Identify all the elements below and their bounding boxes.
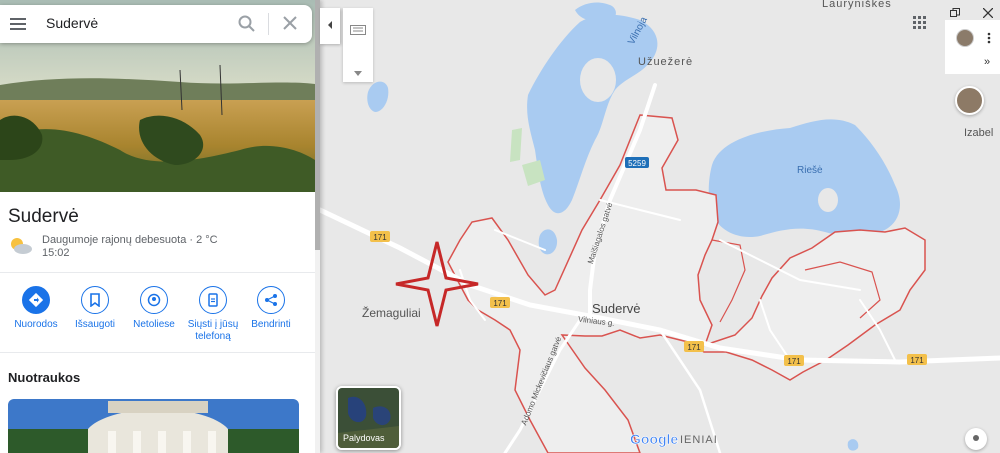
label-uzuezere: Užuežerė [638,56,693,68]
more-options-icon[interactable] [987,31,991,49]
place-panel: Sudervė Daugumoje rajonų debesuota · 2 °… [0,0,320,453]
route-shield-171-c: 171 [684,341,704,352]
google-logo: Google [630,431,679,448]
route-shield-5259: 5259 [625,157,649,168]
place-photo-thumbnail[interactable] [8,399,299,453]
pegman-avatar[interactable] [955,86,984,115]
nearby-label: Netoliese [133,319,175,330]
my-location-icon [971,430,981,448]
divider [0,352,315,353]
send-to-phone-button[interactable]: Siųsti į jūsų telefoną [182,286,244,343]
svg-text:171: 171 [493,299,507,308]
chevron-left-icon [326,17,334,35]
divider [0,272,315,273]
bookmark-icon [81,286,109,314]
directions-icon [22,286,50,314]
keyboard-input-tool[interactable] [343,8,373,82]
svg-text:171: 171 [910,356,924,365]
satellite-layer-toggle[interactable]: Palydovas [336,386,401,450]
label-bottom-village: IENIAI [680,434,718,446]
label-laurynikes: Lauryniškės [822,0,892,10]
svg-text:Google: Google [630,431,678,447]
panel-scrollbar[interactable] [315,0,320,453]
svg-text:171: 171 [787,357,801,366]
nearby-button[interactable]: Netoliese [123,286,185,331]
search-box [0,5,312,43]
route-shield-171-e: 171 [907,354,927,365]
keyboard-icon [350,22,366,40]
directions-button[interactable]: Nuorodos [5,286,67,331]
send-to-phone-label: Siųsti į jūsų telefoną [187,319,239,342]
route-shield-171-d: 171 [784,355,804,366]
label-zemaguliai: Žemaguliai [362,305,421,320]
svg-text:171: 171 [687,343,701,352]
weather-time: 15:02 [42,247,70,259]
label-izabel: Izabel [964,127,993,139]
close-icon[interactable] [283,16,297,35]
svg-text:5259: 5259 [628,159,646,168]
satellite-label: Palydovas [343,433,385,443]
expand-icon[interactable]: » [984,56,990,68]
directions-label: Nuorodos [14,319,58,330]
share-button[interactable]: Bendrinti [240,286,302,331]
weather-cloud-sun-icon [8,236,34,261]
avatar[interactable] [956,29,974,47]
menu-icon[interactable] [10,17,26,36]
label-sudervе: Sudervė [592,301,640,316]
collapse-panel-button[interactable] [320,8,340,44]
route-shield-171-a: 171 [370,231,390,242]
apps-grid-icon[interactable] [913,16,927,35]
route-shield-171-b: 171 [490,297,510,308]
save-button[interactable]: Išsaugoti [64,286,126,331]
phone-icon [199,286,227,314]
chevron-down-icon[interactable] [354,64,362,82]
account-controls: » [945,20,1000,74]
divider-line [268,13,269,35]
search-icon[interactable] [238,15,256,38]
save-label: Išsaugoti [74,319,116,330]
my-location-button[interactable] [965,428,987,450]
share-icon [257,286,285,314]
nearby-icon [140,286,168,314]
photos-section-title: Nuotraukos [8,370,81,385]
search-input[interactable] [46,15,226,31]
svg-text:171: 171 [373,233,387,242]
label-lake-riese: Riešė [797,165,823,176]
place-title: Sudervė [8,206,79,227]
share-label: Bendrinti [251,319,291,330]
weather-summary: Daugumoje rajonų debesuota · 2 °C [42,234,218,246]
weather-info: Daugumoje rajonų debesuota · 2 °C 15:02 [42,234,218,260]
